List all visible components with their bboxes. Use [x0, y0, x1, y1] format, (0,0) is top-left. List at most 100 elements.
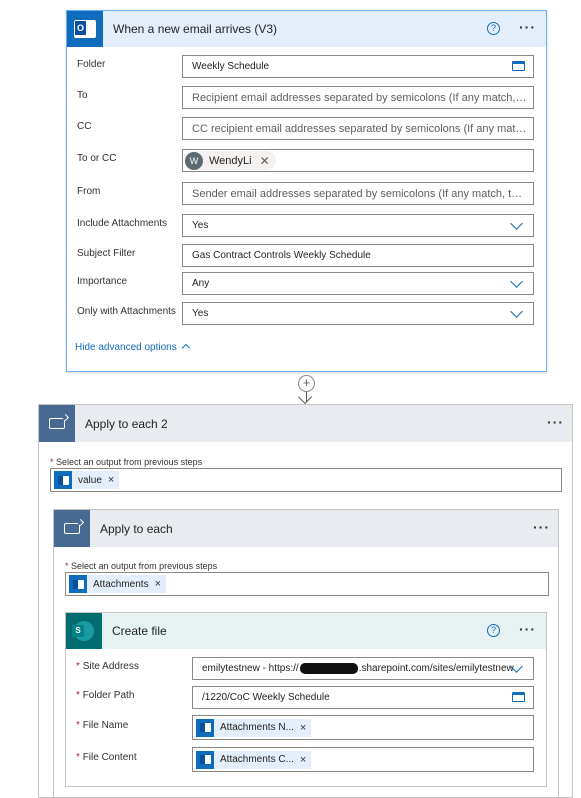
- cc-row: CC CC recipient email addresses separate…: [77, 117, 534, 140]
- required-mark: *: [50, 457, 54, 467]
- select-output-field[interactable]: value ×: [50, 468, 562, 492]
- help-icon[interactable]: ?: [487, 22, 500, 35]
- from-field[interactable]: Sender email addresses separated by semi…: [182, 182, 534, 205]
- token-label: Attachments C...: [220, 754, 294, 765]
- subject-filter-field[interactable]: Gas Contract Controls Weekly Schedule: [182, 244, 534, 267]
- subject-filter-label: Subject Filter: [77, 248, 136, 259]
- insert-step-button[interactable]: +: [298, 375, 315, 392]
- from-placeholder: Sender email addresses separated by semi…: [192, 187, 533, 200]
- create-file-card: Create file ? ··· * Site Address emilyte…: [65, 612, 547, 787]
- token-label: Attachments N...: [220, 722, 294, 733]
- to-label: To: [77, 90, 88, 101]
- select-output-text: Select an output from previous steps: [56, 457, 203, 467]
- outlook-icon: [54, 471, 72, 489]
- more-options-icon[interactable]: ···: [533, 519, 550, 535]
- file-content-row: * File Content Attachments C... ×: [76, 747, 534, 772]
- folder-path-row: * Folder Path /1220/CoC Weekly Schedule: [76, 686, 534, 709]
- site-address-dropdown[interactable]: emilytestnew - https:// .sharepoint.com/s…: [192, 657, 534, 680]
- subject-filter-row: Subject Filter Gas Contract Controls Wee…: [77, 244, 534, 267]
- select-output-label: * Select an output from previous steps: [65, 561, 217, 571]
- redaction-mark: [299, 663, 358, 674]
- more-options-icon[interactable]: ···: [519, 621, 536, 637]
- site-address-label: * Site Address: [76, 661, 139, 672]
- avatar: W: [185, 151, 203, 170]
- from-label: From: [77, 186, 101, 197]
- folder-picker-icon[interactable]: [512, 61, 525, 71]
- cc-field[interactable]: CC recipient email addresses separated b…: [182, 117, 534, 140]
- help-icon[interactable]: ?: [487, 624, 500, 637]
- remove-token-icon[interactable]: ×: [300, 754, 306, 766]
- folder-field[interactable]: Weekly Schedule: [182, 55, 534, 78]
- importance-value: Any: [192, 278, 210, 289]
- trigger-title: When a new email arrives (V3): [113, 22, 278, 36]
- cc-placeholder: CC recipient email addresses separated b…: [192, 122, 531, 135]
- site-address-row: * Site Address emilytestnew - https:// .s…: [76, 657, 534, 680]
- sharepoint-icon: [66, 613, 102, 649]
- cc-label: CC: [77, 121, 92, 132]
- folder-path-field[interactable]: /1220/CoC Weekly Schedule: [192, 686, 534, 709]
- attachments-content-token: Attachments C... ×: [196, 750, 312, 769]
- value-token: value ×: [54, 471, 120, 489]
- select-output-field[interactable]: Attachments ×: [65, 572, 549, 596]
- subject-filter-value: Gas Contract Controls Weekly Schedule: [192, 250, 371, 261]
- site-address-suffix: .sharepoint.com/sites/emilytestnew: [358, 663, 514, 674]
- to-row: To Recipient email addresses separated b…: [77, 86, 534, 109]
- select-output-label: * Select an output from previous steps: [50, 457, 202, 467]
- only-with-attachments-row: Only with Attachments Yes: [77, 302, 534, 325]
- create-file-header[interactable]: Create file ? ···: [66, 613, 546, 649]
- apply-to-each-title: Apply to each: [100, 521, 173, 536]
- trigger-card: When a new email arrives (V3) ? ··· Fold…: [66, 10, 547, 372]
- file-name-row: * File Name Attachments N... ×: [76, 715, 534, 740]
- create-file-title: Create file: [112, 624, 167, 638]
- chevron-down-icon[interactable]: [510, 275, 523, 288]
- only-with-attachments-value: Yes: [192, 308, 209, 319]
- to-or-cc-row: To or CC W WendyLi ✕: [77, 149, 534, 172]
- include-attachments-label: Include Attachments: [77, 218, 168, 229]
- include-attachments-value: Yes: [192, 220, 209, 231]
- folder-path-label: * Folder Path: [76, 690, 135, 701]
- person-name: WendyLi: [209, 154, 252, 167]
- folder-picker-icon[interactable]: [512, 692, 525, 702]
- chevron-down-icon[interactable]: [510, 305, 523, 318]
- remove-person-icon[interactable]: ✕: [260, 154, 270, 168]
- loop-icon: [39, 405, 75, 442]
- attachments-token: Attachments ×: [69, 575, 167, 593]
- required-mark: *: [65, 561, 69, 571]
- remove-token-icon[interactable]: ×: [108, 474, 114, 486]
- to-or-cc-label: To or CC: [77, 153, 117, 164]
- to-field[interactable]: Recipient email addresses separated by s…: [182, 86, 534, 109]
- importance-row: Importance Any: [77, 272, 534, 295]
- remove-token-icon[interactable]: ×: [300, 722, 306, 734]
- file-content-label: * File Content: [76, 752, 137, 763]
- folder-row: Folder Weekly Schedule: [77, 55, 534, 78]
- hide-advanced-options-link[interactable]: Hide advanced options: [75, 342, 190, 353]
- arrow-down-icon: [297, 389, 313, 405]
- token-label: value: [78, 474, 102, 486]
- apply-to-each-2-title: Apply to each 2: [85, 416, 168, 431]
- only-with-attachments-label: Only with Attachments: [77, 306, 176, 317]
- outlook-icon: [69, 575, 87, 593]
- loop-icon: [54, 510, 90, 547]
- importance-dropdown[interactable]: Any: [182, 272, 534, 295]
- apply-to-each-2-header[interactable]: Apply to each 2 ···: [39, 405, 572, 442]
- token-label: Attachments: [93, 578, 149, 590]
- file-name-field[interactable]: Attachments N... ×: [192, 715, 534, 740]
- to-or-cc-field[interactable]: W WendyLi ✕: [182, 149, 534, 172]
- apply-to-each-header[interactable]: Apply to each ···: [54, 510, 558, 547]
- file-content-field[interactable]: Attachments C... ×: [192, 747, 534, 772]
- outlook-icon: [67, 11, 103, 47]
- hide-advanced-label: Hide advanced options: [75, 342, 177, 353]
- trigger-header[interactable]: When a new email arrives (V3) ? ···: [67, 11, 546, 47]
- chevron-down-icon[interactable]: [510, 217, 523, 230]
- remove-token-icon[interactable]: ×: [155, 578, 161, 590]
- folder-path-value: /1220/CoC Weekly Schedule: [202, 692, 330, 703]
- more-options-icon[interactable]: ···: [519, 19, 536, 35]
- to-placeholder: Recipient email addresses separated by s…: [192, 91, 531, 104]
- include-attachments-dropdown[interactable]: Yes: [182, 214, 534, 237]
- more-options-icon[interactable]: ···: [547, 414, 564, 430]
- outlook-icon: [196, 718, 214, 737]
- from-row: From Sender email addresses separated by…: [77, 182, 534, 205]
- only-with-attachments-dropdown[interactable]: Yes: [182, 302, 534, 325]
- include-attachments-row: Include Attachments Yes: [77, 214, 534, 237]
- folder-label: Folder: [77, 59, 106, 70]
